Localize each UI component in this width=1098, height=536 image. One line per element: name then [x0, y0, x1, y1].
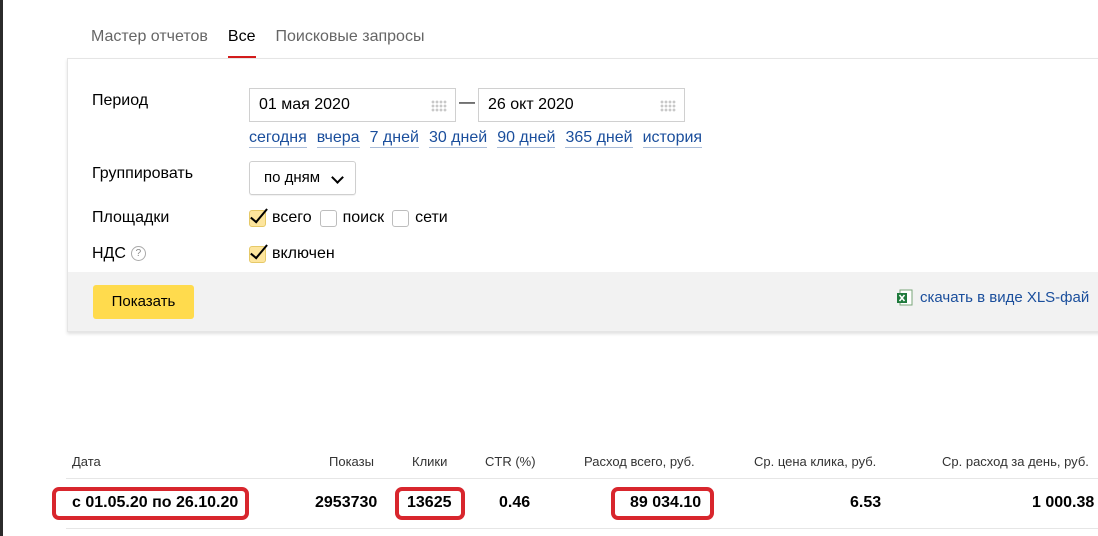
- link-365-days[interactable]: 365 дней: [565, 129, 633, 148]
- column-header-impressions: Показы: [329, 454, 374, 469]
- checkbox-vat-label[interactable]: включен: [272, 245, 335, 263]
- highlight-date-range: [52, 487, 249, 520]
- date-from-value: 01 мая 2020: [259, 96, 350, 113]
- column-header-avg-cpc: Ср. цена клика, руб.: [754, 454, 877, 469]
- period-label: Период: [92, 92, 149, 109]
- date-to-value: 26 окт 2020: [488, 96, 574, 113]
- chevron-down-icon: [331, 171, 344, 184]
- checkbox-networks[interactable]: [392, 209, 410, 227]
- help-icon[interactable]: ?: [130, 246, 146, 261]
- download-xls-link[interactable]: скачать в виде XLS-фай: [897, 289, 1089, 306]
- date-from-input[interactable]: 01 мая 2020: [249, 88, 456, 122]
- link-yesterday[interactable]: вчера: [316, 129, 360, 148]
- link-7-days[interactable]: 7 дней: [369, 129, 419, 148]
- calendar-icon[interactable]: [431, 100, 447, 112]
- window-edge: [0, 0, 3, 536]
- tab-search-queries[interactable]: Поисковые запросы: [276, 28, 425, 58]
- link-30-days[interactable]: 30 дней: [428, 129, 488, 148]
- checkbox-vat[interactable]: [249, 245, 266, 263]
- cell-ctr: 0.46: [499, 494, 531, 511]
- date-separator: —: [459, 94, 475, 111]
- vat-label: НДС: [92, 245, 126, 262]
- cell-impressions: 2953730: [315, 494, 378, 511]
- vat-option: включен: [249, 245, 343, 263]
- header-divider: [66, 478, 1098, 479]
- vat-label-group: НДС?: [92, 245, 146, 263]
- link-90-days[interactable]: 90 дней: [497, 129, 556, 148]
- tab-report-master[interactable]: Мастер отчетов: [91, 28, 208, 58]
- excel-file-icon: [897, 289, 913, 306]
- cell-avg-daily-cost: 1 000.38: [1032, 494, 1095, 511]
- date-to-input[interactable]: 26 окт 2020: [478, 88, 685, 122]
- platforms-options: всего поиск сети: [249, 209, 456, 227]
- checkbox-all-label[interactable]: всего: [272, 209, 312, 227]
- link-today[interactable]: сегодня: [249, 129, 307, 148]
- cell-avg-cpc: 6.53: [850, 494, 882, 511]
- download-xls-text: скачать в виде XLS-фай: [920, 289, 1090, 306]
- checkbox-all[interactable]: [249, 209, 266, 227]
- report-tabs: Мастер отчетов Все Поисковые запросы: [91, 28, 444, 58]
- column-header-avg-daily-cost: Ср. расход за день, руб.: [942, 454, 1089, 469]
- highlight-clicks: [395, 487, 465, 520]
- column-header-ctr: CTR (%): [485, 454, 536, 469]
- highlight-total-cost: [611, 487, 714, 520]
- group-select-value: по дням: [264, 169, 321, 186]
- show-button[interactable]: Показать: [93, 285, 194, 319]
- column-header-date: Дата: [72, 454, 101, 469]
- column-header-clicks: Клики: [412, 454, 448, 469]
- row-divider: [66, 528, 1098, 529]
- checkbox-networks-label[interactable]: сети: [415, 209, 448, 227]
- period-quick-links: сегодня вчера 7 дней 30 дней 90 дней 365…: [249, 129, 712, 148]
- platforms-label: Площадки: [92, 209, 170, 226]
- report-settings-panel: Период 01 мая 2020 — 26 окт 2020 сегодня…: [67, 58, 1098, 332]
- calendar-icon[interactable]: [660, 100, 676, 112]
- checkbox-search[interactable]: [319, 209, 337, 227]
- checkbox-search-label[interactable]: поиск: [343, 209, 385, 227]
- group-label: Группировать: [92, 165, 194, 182]
- link-history[interactable]: история: [642, 129, 703, 148]
- column-header-total-cost: Расход всего, руб.: [584, 454, 695, 469]
- group-select[interactable]: по дням: [249, 161, 356, 195]
- tab-all[interactable]: Все: [227, 28, 256, 58]
